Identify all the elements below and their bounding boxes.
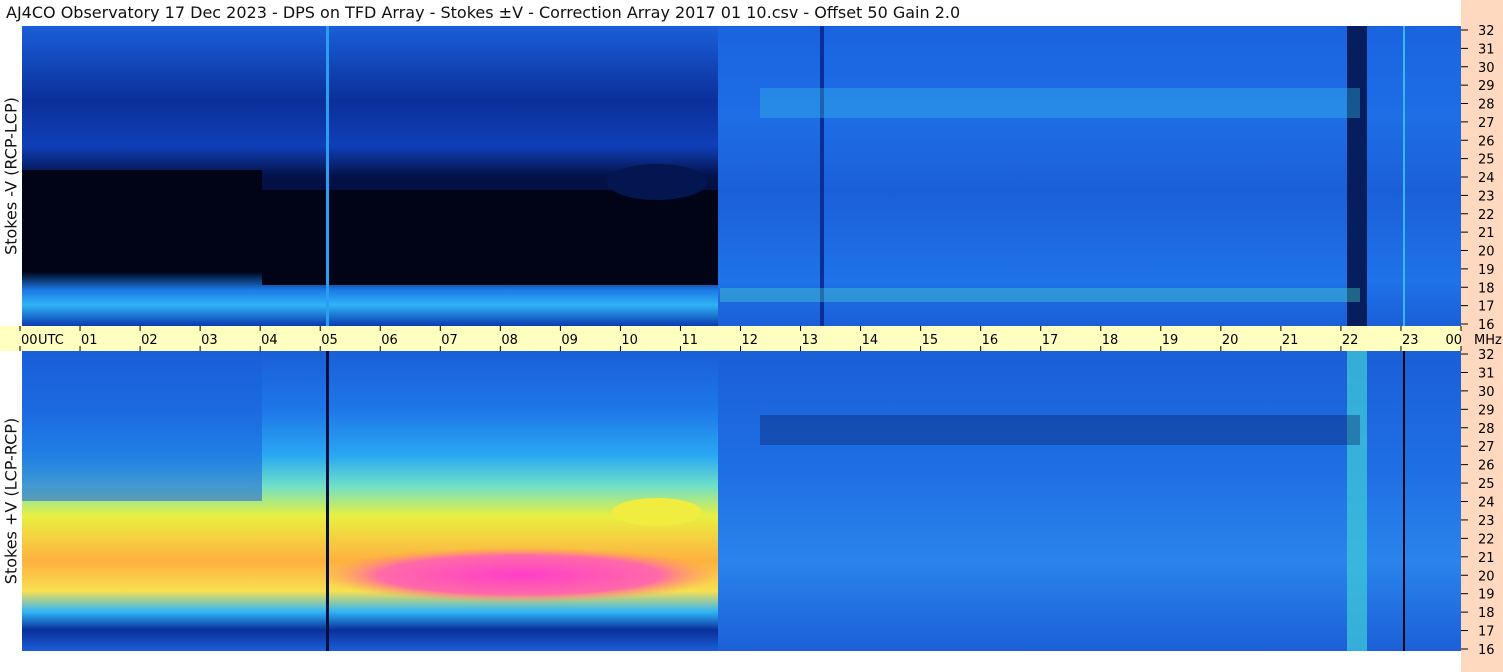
freq-tick-label: 26 [1478, 459, 1495, 474]
time-tick-label: 07 [441, 333, 458, 348]
freq-tick-label: 29 [1478, 79, 1495, 94]
freq-tick-label: 16 [1478, 643, 1495, 658]
freq-tick-label: 32 [1478, 348, 1495, 363]
spectrogram-chart: 00 01 02 03 04 05 06 07 08 09 10 11 12 13 14 15 16 17 18 19… [0, 0, 1503, 672]
freq-tick-label: 19 [1478, 263, 1495, 278]
time-tick-label: 16 [982, 333, 999, 348]
bottom-cyan-column [1347, 351, 1367, 651]
freq-tick-label: 25 [1478, 153, 1495, 168]
freq-tick-label: 31 [1478, 366, 1495, 381]
time-tick-label: 14 [862, 333, 879, 348]
freq-tick-label: 29 [1478, 403, 1495, 418]
time-tick-label: 08 [501, 333, 518, 348]
time-tick-label: 20 [1222, 333, 1239, 348]
freq-tick-label: 23 [1478, 514, 1495, 529]
utc-label: UTC [38, 333, 64, 348]
time-tick-label: 12 [742, 333, 759, 348]
time-tick-label: 01 [81, 333, 98, 348]
freq-tick-label: 21 [1478, 226, 1495, 241]
top-noise-band [760, 88, 1360, 118]
freq-tick-label: 32 [1478, 24, 1495, 39]
freq-tick-label: 30 [1478, 385, 1495, 400]
time-tick-label: 18 [1102, 333, 1119, 348]
time-tick-label: 05 [321, 333, 338, 348]
freq-tick-label: 27 [1478, 440, 1495, 455]
time-tick-label: 02 [141, 333, 158, 348]
top-cyan-line [1403, 26, 1405, 326]
top-dark-stripe [820, 26, 824, 326]
time-tick-label: 04 [261, 333, 278, 348]
freq-tick-label: 22 [1478, 208, 1495, 223]
freq-tick-label: 24 [1478, 171, 1495, 186]
freq-tick-label: 23 [1478, 189, 1495, 204]
top-dark-block-early [22, 170, 262, 270]
top-dark-block [262, 190, 718, 285]
freq-tick-label: 31 [1478, 42, 1495, 57]
freq-tick-label: 22 [1478, 532, 1495, 547]
bottom-spectrogram [22, 351, 1461, 651]
time-tick-label: 10 [621, 333, 638, 348]
time-tick-label: 03 [201, 333, 218, 348]
freq-tick-label: 30 [1478, 61, 1495, 76]
freq-tick-label: 21 [1478, 551, 1495, 566]
time-axis-band [0, 326, 1461, 351]
freq-tick-label: 27 [1478, 116, 1495, 131]
time-tick-label: 23 [1402, 333, 1419, 348]
time-tick-label: 17 [1042, 333, 1059, 348]
bottom-yellow-blob [612, 498, 702, 526]
freq-tick-label: 20 [1478, 245, 1495, 260]
time-tick-label: 22 [1342, 333, 1359, 348]
freq-tick-label: 26 [1478, 134, 1495, 149]
bottom-magenta-blob [320, 547, 720, 603]
bottom-dark-band [760, 415, 1360, 445]
freq-tick-label: 20 [1478, 569, 1495, 584]
time-tick-label: 09 [561, 333, 578, 348]
time-tick-label: 06 [381, 333, 398, 348]
freq-tick-label: 16 [1478, 318, 1495, 333]
bottom-early-cool [22, 351, 262, 501]
time-tick-label: 19 [1162, 333, 1179, 348]
freq-tick-label: 18 [1478, 281, 1495, 296]
freq-tick-label: 28 [1478, 422, 1495, 437]
freq-tick-label: 24 [1478, 496, 1495, 511]
freq-tick-label: 17 [1478, 300, 1495, 315]
time-tick-label: 13 [802, 333, 819, 348]
top-dark-column [1347, 26, 1367, 326]
top-low-band [720, 288, 1360, 302]
freq-tick-label: 28 [1478, 98, 1495, 113]
bottom-dark-line [326, 351, 329, 651]
time-tick-label: 15 [922, 333, 939, 348]
freq-tick-label: 25 [1478, 477, 1495, 492]
time-tick-label: 21 [1282, 333, 1299, 348]
mhz-label: MHz [1474, 333, 1502, 348]
bottom-dark-vert-line [1403, 351, 1405, 651]
top-dark-blob [607, 164, 707, 200]
top-bright-line [326, 26, 329, 326]
time-tick-label: 00 [1445, 333, 1462, 348]
time-tick-label: 00 [21, 333, 38, 348]
freq-tick-label: 19 [1478, 588, 1495, 603]
freq-tick-label: 17 [1478, 625, 1495, 640]
time-tick-label: 11 [681, 333, 698, 348]
freq-tick-label: 18 [1478, 606, 1495, 621]
top-spectrogram [22, 26, 1461, 326]
